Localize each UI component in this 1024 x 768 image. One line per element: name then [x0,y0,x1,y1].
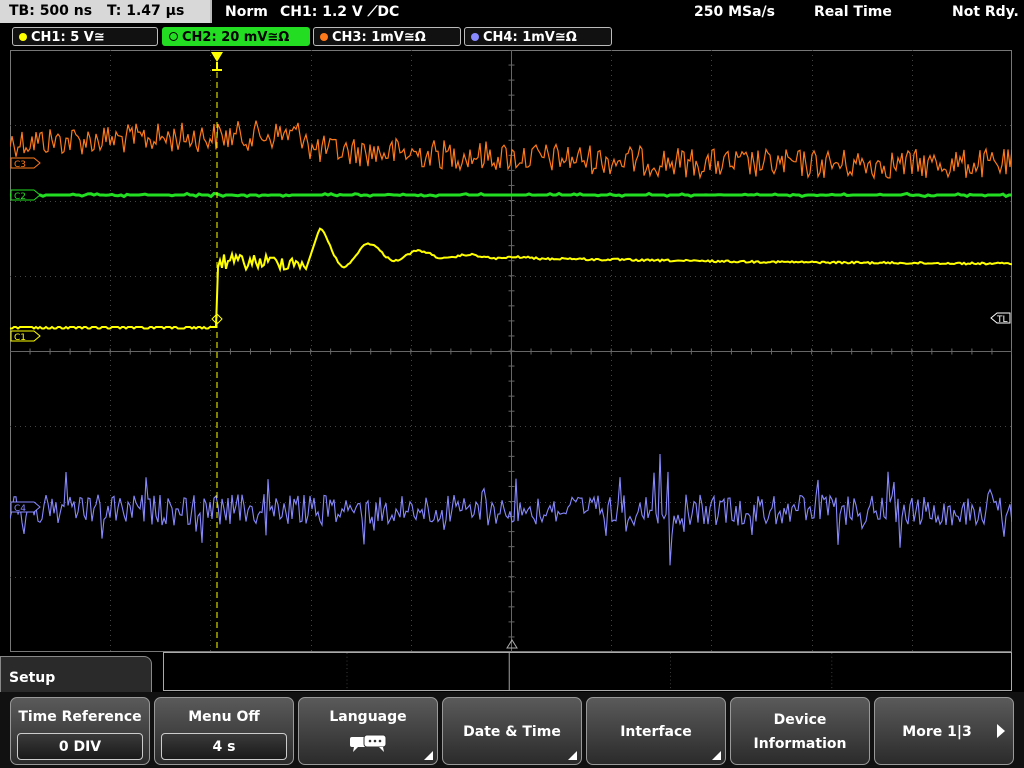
interface-label: Interface [620,724,692,740]
channel-3-button[interactable]: CH3: 1mV≅Ω [313,27,461,46]
trigger-level-label: TL [996,315,1008,325]
waveform-display[interactable]: C3 C2 C1 C4 TL [10,50,1012,652]
submenu-corner-icon [424,751,433,760]
channel-4-button[interactable]: CH4: 1mV≅Ω [464,27,612,46]
menu-off-value: 4 s [161,733,287,760]
language-label: Language [329,709,407,725]
channel-3-label: CH3: 1mV≅Ω [332,30,426,45]
more-softkey[interactable]: More 1|3 [874,697,1014,765]
lower-display-panel [163,652,1012,691]
trigger-time-value: T: 1.47 µs [106,3,185,19]
channel-1-label: CH1: 5 V≅ [31,30,105,45]
time-reference-softkey[interactable]: Time Reference 0 DIV [10,697,150,765]
channel-2-dot-icon [169,32,178,41]
channel-4-dot-icon [471,33,479,41]
menu-off-softkey[interactable]: Menu Off 4 s [154,697,294,765]
date-time-label: Date & Time [463,724,561,740]
channel-1-marker-label: C1 [14,333,26,343]
menu-off-label: Menu Off [188,709,260,725]
more-label: More 1|3 [902,724,972,740]
trigger-mode[interactable]: Norm [225,0,268,24]
time-reference-value: 0 DIV [17,733,143,760]
trigger-source[interactable]: CH1: 1.2 V ⟋DC [280,0,399,24]
channel-3-dot-icon [320,33,328,41]
channel-2-trace [10,191,1012,199]
timebase-box[interactable]: TB: 500 ns T: 1.47 µs [0,0,212,23]
language-speech-icon [350,734,387,752]
interface-softkey[interactable]: Interface [586,697,726,765]
arrow-right-icon [997,724,1005,738]
channel-2-label: CH2: 20 mV≅Ω [182,30,290,45]
status-bar: TB: 500 ns T: 1.47 µs Norm CH1: 1.2 V ⟋D… [0,0,1024,24]
sample-rate: 250 MSa/s [694,4,776,20]
device-info-label-line2: Information [753,736,847,752]
acquisition-status: Not Rdy. [952,4,1019,20]
submenu-corner-icon [568,751,577,760]
submenu-corner-icon [712,751,721,760]
channel-1-dot-icon [19,33,27,41]
softkey-bar: Time Reference 0 DIV Menu Off 4 s Langua… [0,692,1024,768]
date-time-softkey[interactable]: Date & Time [442,697,582,765]
channel-4-label: CH4: 1mV≅Ω [483,30,577,45]
language-softkey[interactable]: Language [298,697,438,765]
timebase-value: TB: 500 ns [9,3,93,19]
channel-3-marker-label: C3 [14,160,26,170]
channel-bar: CH1: 5 V≅ CH2: 20 mV≅Ω CH3: 1mV≅Ω CH4: 1… [0,26,1024,48]
channel-1-button[interactable]: CH1: 5 V≅ [12,27,158,46]
menu-title: Setup [0,656,152,696]
channel-4-marker-label: C4 [14,504,26,514]
acquisition-mode: Real Time [814,4,892,20]
device-info-label-line1: Device [773,712,827,728]
time-reference-label: Time Reference [18,709,142,725]
channel-2-marker-label: C2 [14,192,26,202]
device-information-softkey[interactable]: Device Information [730,697,870,765]
channel-2-button[interactable]: CH2: 20 mV≅Ω [162,27,310,46]
